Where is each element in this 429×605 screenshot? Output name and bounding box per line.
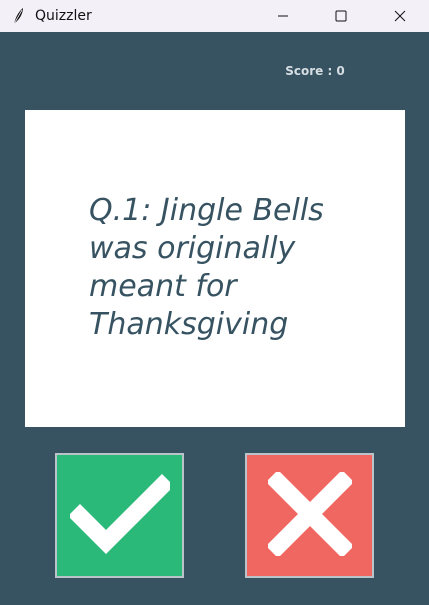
maximize-button[interactable] [312,0,370,32]
question-text: Q.1: Jingle Bells was originally meant f… [89,193,324,342]
cross-icon [265,469,354,560]
true-button[interactable] [55,453,184,578]
maximize-icon [335,7,347,26]
close-button[interactable] [371,0,429,32]
question-card: Q.1: Jingle Bells was originally meant f… [25,110,405,427]
close-icon [394,7,406,26]
score-label: Score : 0 [285,64,345,78]
false-button[interactable] [245,453,374,578]
minimize-button[interactable] [254,0,312,32]
window-title: Quizzler [35,8,92,24]
window-titlebar[interactable]: Quizzler [0,0,429,32]
minimize-icon [277,7,289,26]
checkmark-icon [67,473,174,558]
feather-icon [8,6,28,26]
